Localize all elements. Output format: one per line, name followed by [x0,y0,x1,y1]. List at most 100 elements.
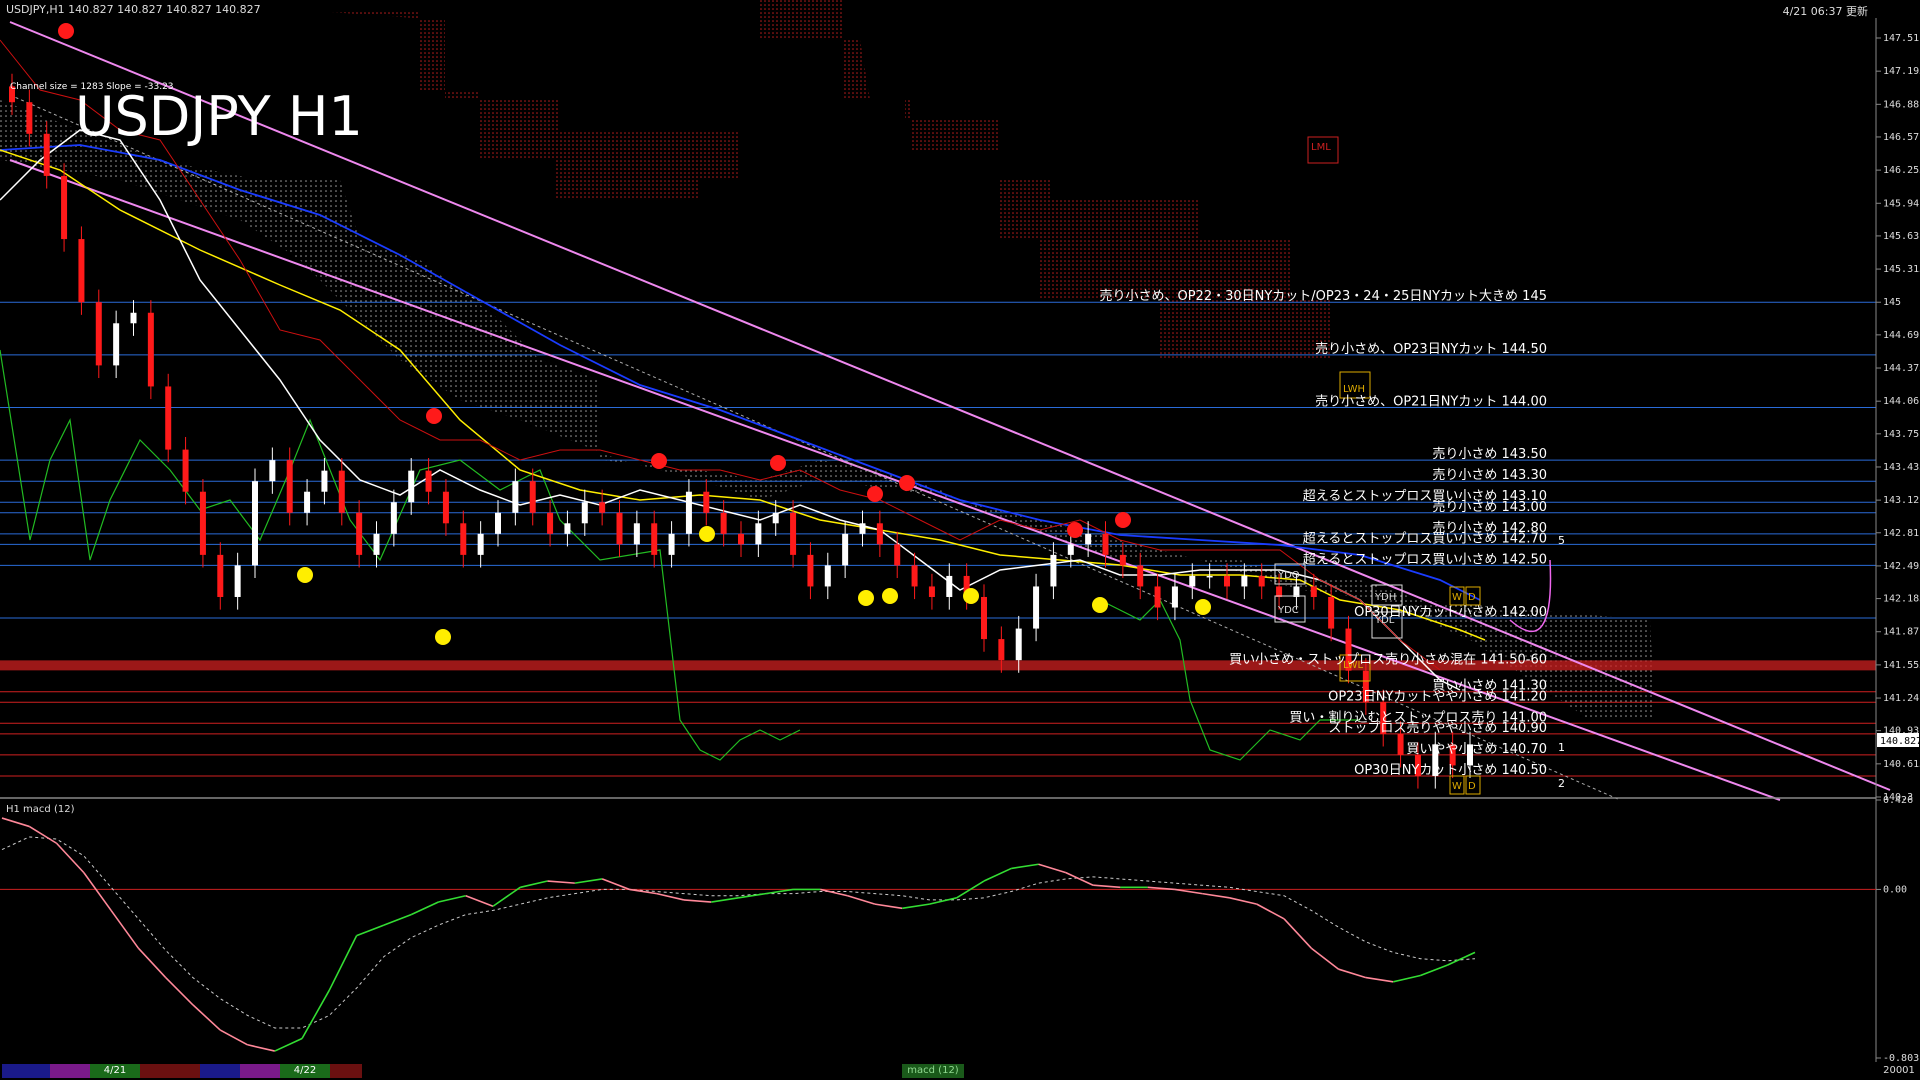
candle-body [390,502,397,534]
candle-body [703,491,710,513]
ydo-label: YDO [1277,570,1300,581]
price-level-label: 買い小さめ・ストップロス売り小さめ混在 141.50-60 [1229,651,1547,667]
candle-body [859,523,866,534]
candle-body [182,449,189,492]
macd-segment [711,897,739,903]
candle-body [981,596,987,640]
macd-segment [165,977,194,1006]
candle-body [651,523,658,555]
macd-segment [983,867,1012,882]
candle-body [252,481,258,566]
current-price-tag: 140.827 [1877,733,1920,747]
candle-body [286,460,293,513]
candle-body [1119,554,1126,566]
candle-body [408,470,415,503]
price-level-labels: 売り小さめ、OP22・30日NYカット/OP23・24・25日NYカット大きめ … [1099,288,1547,778]
macd-segment [765,888,794,895]
price-axis-label: 145.315 [1883,264,1920,275]
macd-segment [683,899,712,903]
candle-body [547,512,554,534]
macd-segment [219,1029,248,1046]
candle-body [61,175,68,240]
chikou-span-line-2 [1099,598,1360,761]
macd-segment [1310,947,1340,970]
candle-body [199,491,206,555]
macd-segment [328,935,358,991]
macd-segment [1,817,30,828]
date-tab-4-21[interactable]: 4/21 [90,1064,140,1078]
price-level-label: 売り小さめ、OP21日NYカット 144.00 [1315,394,1547,410]
candle-body [1015,628,1022,661]
candle-body [894,544,901,566]
candle-body [928,586,935,597]
candle-body [234,565,241,597]
price-axis-label: 147.195 [1883,66,1920,77]
candle-body [998,639,1005,661]
candle-body [1189,575,1196,587]
price-axis: 147.51 147.195 146.88 146.57 146.255 145.94 14… [1876,33,1920,803]
candle-body [477,533,484,555]
price-axis-label: 143.75 [1883,429,1919,440]
candle-body [1276,586,1283,597]
candle-body [876,523,883,545]
candle-body [356,512,363,555]
price-level-label: 超えるとストップロス買い小さめ 142.70 [1303,531,1547,546]
candle-body [842,533,849,566]
macd-segment [520,880,548,889]
timeline-swatch-blue-2 [200,1064,240,1078]
candle-body [564,523,571,534]
candle-body [720,512,727,534]
price-chart-canvas[interactable]: LML LWH YDO YDC YDH YDL LWL W D W D 売り小さ… [0,0,1920,1080]
indicator-tab-macd[interactable]: macd (12) [902,1064,964,1078]
candle-body [373,533,380,555]
macd-segment [847,894,876,905]
macd-segment [301,989,331,1039]
chikou-span-line [0,349,801,761]
lml-label: LML [1311,142,1331,153]
candle-body [1033,586,1040,629]
candle-body [1397,733,1404,755]
macd-title: H1 macd (12) [6,804,75,815]
candle-body [442,491,449,524]
timeline-swatch-darkred-2 [330,1064,362,1078]
macd-axis-label: 0.00 [1883,884,1907,895]
timeline-swatch-purple [50,1064,90,1078]
candle-body [1206,575,1213,578]
candle-body [581,502,588,524]
price-axis-label: 141.24 [1883,693,1919,704]
macd-segment [902,903,930,910]
candle-body [529,481,536,513]
price-axis-label: 145 [1883,297,1901,308]
timeline-swatch-darkred [140,1064,200,1078]
candle-body [43,133,50,176]
fractal-up-marker [435,629,451,645]
fractal-up-marker [1195,599,1211,615]
macd-segment [1283,918,1312,949]
fractal-up-marker [1092,597,1108,613]
date-tab-4-22[interactable]: 4/22 [280,1064,330,1078]
candle-body [1050,554,1057,587]
price-level-label: OP23日NYカットやや小さめ 141.20 [1328,689,1547,704]
macd-segment [192,1004,221,1031]
candle-body [1171,586,1178,608]
ydh-label: YDH [1374,592,1396,603]
price-axis-label: 142.185 [1883,594,1920,605]
fractal-down-marker [58,23,74,39]
candle-body [460,523,467,555]
candle-body [95,302,102,366]
w-label-2: W [1452,781,1462,792]
macd-segment [110,909,140,949]
candle-body [807,554,814,587]
candle-body [165,386,172,450]
candle-body [1293,586,1300,597]
fractal-up-marker [882,588,898,604]
fractal-down-marker [867,486,883,502]
macd-segment [1038,863,1067,874]
price-level-label: 買いやや小さめ 140.70 [1406,742,1547,757]
macd-segment [1256,903,1285,920]
price-axis-label: 142.495 [1883,561,1920,572]
macd-segment [1174,888,1203,895]
candle-body [1154,586,1161,608]
current-price-value: 140.827 [1880,736,1920,747]
candle-body [495,512,501,534]
